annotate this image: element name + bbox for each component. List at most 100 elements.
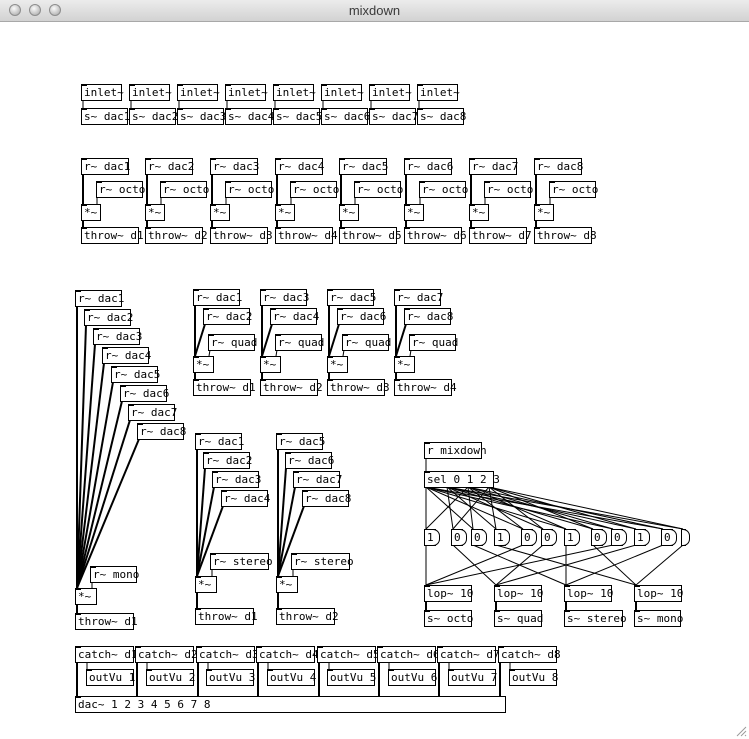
receive-object[interactable]: r~ dac6 bbox=[120, 385, 169, 402]
vu-meter-object[interactable]: outVu 5 bbox=[327, 669, 376, 686]
receive-object[interactable]: r~ dac2 bbox=[203, 452, 252, 469]
catch-object[interactable]: catch~ d5 bbox=[317, 646, 380, 663]
multiply-object[interactable]: *~ bbox=[195, 576, 217, 593]
send-object[interactable]: s~ dac8 bbox=[417, 108, 466, 125]
receive-object[interactable]: r~ dac1 bbox=[81, 158, 130, 175]
receive-object[interactable]: r~ dac6 bbox=[285, 452, 334, 469]
throw-object[interactable]: throw~ d1 bbox=[195, 608, 258, 625]
lowpass-object[interactable]: lop~ 10 bbox=[424, 585, 473, 602]
receive-octo-object[interactable]: r~ octo bbox=[290, 181, 339, 198]
message-box[interactable]: 0 bbox=[451, 529, 467, 546]
receive-mixdown-object[interactable]: r mixdown bbox=[424, 442, 487, 459]
multiply-object[interactable]: *~ bbox=[339, 204, 359, 221]
receive-octo-object[interactable]: r~ octo bbox=[160, 181, 209, 198]
vu-meter-object[interactable]: outVu 2 bbox=[146, 669, 195, 686]
receive-object[interactable]: r~ dac7 bbox=[293, 471, 342, 488]
catch-object[interactable]: catch~ d8 bbox=[498, 646, 561, 663]
send-object[interactable]: s~ octo bbox=[424, 610, 473, 627]
catch-object[interactable]: catch~ d7 bbox=[437, 646, 500, 663]
multiply-object[interactable]: *~ bbox=[260, 356, 281, 373]
receive-stereo-object[interactable]: r~ stereo bbox=[291, 553, 354, 570]
throw-object[interactable]: throw~ d3 bbox=[210, 227, 273, 244]
send-object[interactable]: s~ mono bbox=[634, 610, 683, 627]
throw-object[interactable]: throw~ d2 bbox=[260, 379, 323, 396]
receive-object[interactable]: r~ dac2 bbox=[203, 308, 252, 325]
multiply-object[interactable]: *~ bbox=[210, 204, 230, 221]
receive-mono-object[interactable]: r~ mono bbox=[90, 566, 139, 583]
receive-stereo-object[interactable]: r~ stereo bbox=[210, 553, 273, 570]
vu-meter-object[interactable]: outVu 1 bbox=[86, 669, 135, 686]
receive-object[interactable]: r~ dac3 bbox=[260, 289, 309, 306]
receive-octo-object[interactable]: r~ octo bbox=[419, 181, 468, 198]
message-box[interactable]: 1 bbox=[564, 529, 580, 546]
inlet-object[interactable]: inlet~ bbox=[273, 84, 316, 101]
multiply-object[interactable]: *~ bbox=[193, 356, 214, 373]
receive-object[interactable]: r~ dac4 bbox=[221, 490, 270, 507]
catch-object[interactable]: catch~ d2 bbox=[135, 646, 198, 663]
throw-object[interactable]: throw~ d1 bbox=[75, 613, 138, 630]
receive-object[interactable]: r~ dac5 bbox=[339, 158, 388, 175]
multiply-object[interactable]: *~ bbox=[534, 204, 554, 221]
message-box[interactable]: 0 bbox=[521, 529, 537, 546]
vu-meter-object[interactable]: outVu 7 bbox=[448, 669, 497, 686]
inlet-object[interactable]: inlet~ bbox=[129, 84, 172, 101]
catch-object[interactable]: catch~ d1 bbox=[75, 646, 138, 663]
receive-object[interactable]: r~ dac2 bbox=[145, 158, 194, 175]
throw-object[interactable]: throw~ d2 bbox=[145, 227, 208, 244]
throw-object[interactable]: throw~ d7 bbox=[469, 227, 532, 244]
catch-object[interactable]: catch~ d3 bbox=[196, 646, 259, 663]
receive-object[interactable]: r~ dac5 bbox=[111, 366, 160, 383]
receive-quad-object[interactable]: r~ quad bbox=[342, 334, 391, 351]
catch-object[interactable]: catch~ d6 bbox=[377, 646, 440, 663]
receive-object[interactable]: r~ dac8 bbox=[534, 158, 583, 175]
send-object[interactable]: s~ dac4 bbox=[225, 108, 274, 125]
inlet-object[interactable]: inlet~ bbox=[81, 84, 124, 101]
send-object[interactable]: s~ stereo bbox=[564, 610, 627, 627]
send-object[interactable]: s~ dac7 bbox=[369, 108, 418, 125]
catch-object[interactable]: catch~ d4 bbox=[256, 646, 319, 663]
receive-object[interactable]: r~ dac1 bbox=[193, 289, 242, 306]
inlet-object[interactable]: inlet~ bbox=[417, 84, 460, 101]
receive-object[interactable]: r~ dac3 bbox=[93, 328, 142, 345]
multiply-object[interactable]: *~ bbox=[145, 204, 165, 221]
vu-meter-object[interactable]: outVu 4 bbox=[267, 669, 316, 686]
message-box[interactable]: 0 bbox=[591, 529, 607, 546]
throw-object[interactable]: throw~ d8 bbox=[534, 227, 597, 244]
lowpass-object[interactable]: lop~ 10 bbox=[564, 585, 613, 602]
inlet-object[interactable]: inlet~ bbox=[369, 84, 412, 101]
receive-octo-object[interactable]: r~ octo bbox=[354, 181, 403, 198]
send-object[interactable]: s~ dac5 bbox=[273, 108, 322, 125]
receive-object[interactable]: r~ dac4 bbox=[270, 308, 319, 325]
message-box[interactable]: 0 bbox=[541, 529, 557, 546]
throw-object[interactable]: throw~ d1 bbox=[81, 227, 144, 244]
inlet-object[interactable]: inlet~ bbox=[225, 84, 268, 101]
message-box[interactable]: 0 bbox=[611, 529, 627, 546]
send-object[interactable]: s~ quad bbox=[494, 610, 543, 627]
dac-object[interactable]: dac~ 1 2 3 4 5 6 7 8 bbox=[75, 696, 506, 713]
throw-object[interactable]: throw~ d1 bbox=[193, 379, 256, 396]
receive-object[interactable]: r~ dac7 bbox=[128, 404, 177, 421]
inlet-object[interactable]: inlet~ bbox=[321, 84, 364, 101]
lowpass-object[interactable]: lop~ 10 bbox=[634, 585, 683, 602]
select-object[interactable]: sel 0 1 2 3 bbox=[424, 471, 500, 488]
receive-quad-object[interactable]: r~ quad bbox=[208, 334, 257, 351]
message-box[interactable]: 0 bbox=[471, 529, 487, 546]
multiply-object[interactable]: *~ bbox=[275, 204, 295, 221]
throw-object[interactable]: throw~ d3 bbox=[327, 379, 390, 396]
send-object[interactable]: s~ dac1 bbox=[81, 108, 130, 125]
multiply-object[interactable]: *~ bbox=[276, 576, 298, 593]
receive-object[interactable]: r~ dac8 bbox=[302, 490, 351, 507]
multiply-object[interactable]: *~ bbox=[81, 204, 101, 221]
multiply-object[interactable]: *~ bbox=[327, 356, 348, 373]
message-box[interactable]: 0 bbox=[681, 529, 691, 546]
receive-object[interactable]: r~ dac1 bbox=[195, 433, 244, 450]
send-object[interactable]: s~ dac6 bbox=[321, 108, 370, 125]
multiply-object[interactable]: *~ bbox=[469, 204, 489, 221]
inlet-object[interactable]: inlet~ bbox=[177, 84, 220, 101]
lowpass-object[interactable]: lop~ 10 bbox=[494, 585, 543, 602]
vu-meter-object[interactable]: outVu 6 bbox=[388, 669, 437, 686]
throw-object[interactable]: throw~ d5 bbox=[339, 227, 402, 244]
receive-object[interactable]: r~ dac3 bbox=[210, 158, 259, 175]
receive-object[interactable]: r~ dac8 bbox=[137, 423, 186, 440]
throw-object[interactable]: throw~ d2 bbox=[276, 608, 339, 625]
